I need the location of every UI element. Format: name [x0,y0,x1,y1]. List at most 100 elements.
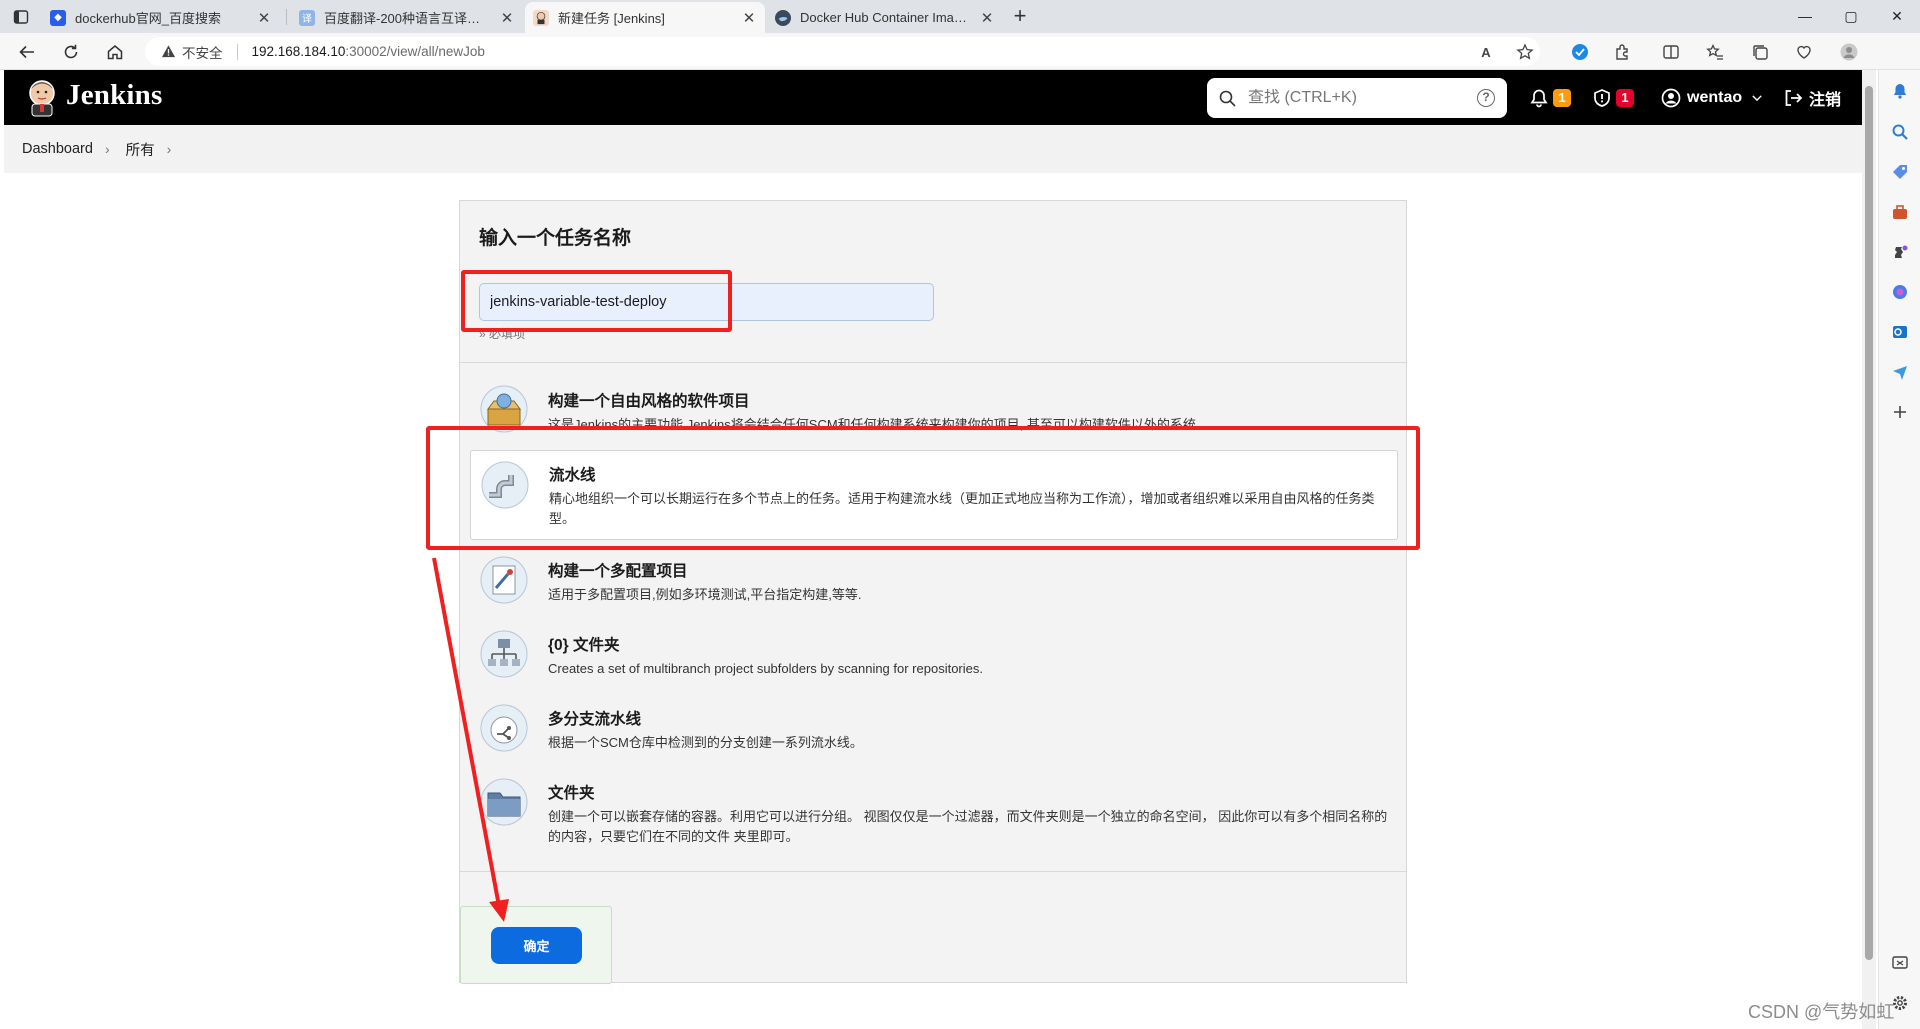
sidebar-outlook-icon[interactable] [1889,321,1911,343]
job-type-folder[interactable]: 文件夹 创建一个可以嵌套存储的容器。利用它可以进行分组。 视图仅仅是一个过滤器，… [470,775,1398,855]
star-icon [1516,43,1534,60]
sidebar-add-icon[interactable] [1889,401,1911,423]
minimize-button[interactable]: — [1782,0,1828,33]
breadcrumb-chevron-icon: › [104,141,110,157]
job-type-description: 精心地组织一个可以长期运行在多个节点上的任务。适用于构建流水线（更加正式地应当称… [549,491,1375,526]
search-icon [1219,90,1236,107]
security-badge: 1 [1616,89,1634,107]
org-folder-icon [480,630,528,678]
search-help-icon[interactable]: ? [1477,89,1495,107]
job-name-input[interactable] [479,283,934,321]
breadcrumb-all[interactable]: 所有 [126,139,155,160]
collections-icon[interactable] [1749,41,1771,63]
url-path: :30002/view/all/newJob [345,44,485,59]
sidebar-screenshot-icon[interactable] [1889,952,1911,974]
tab-close-icon[interactable]: ✕ [499,9,515,27]
logout-button[interactable]: 注销 [1783,86,1841,110]
job-type-description: Creates a set of multibranch project sub… [548,661,983,676]
refresh-button[interactable] [58,39,84,65]
url-host: 192.168.184.10 [251,44,346,59]
browser-essentials-icon[interactable] [1793,41,1815,63]
browser-toolbar: 不安全 192.168.184.10:30002/view/all/newJob… [0,33,1920,70]
extensions-puzzle-icon[interactable] [1612,41,1634,63]
sidebar-tools-icon[interactable] [1889,201,1911,223]
sidebar-games-icon[interactable] [1889,241,1911,263]
home-button[interactable] [102,39,128,65]
job-type-name: 多分支流水线 [548,711,642,728]
browser-tab[interactable]: Docker Hub Container Image Library ✕ [767,2,1003,33]
jenkins-logo-icon[interactable] [22,77,62,117]
security-indicator[interactable]: 不安全 [161,42,223,62]
username-label: wentao [1687,89,1743,106]
read-aloud-button[interactable]: A [1475,41,1497,63]
jenkins-search[interactable]: ? [1207,78,1507,118]
split-screen-icon[interactable] [1660,41,1682,63]
user-menu[interactable]: wentao [1661,86,1764,110]
tab-actions-icon[interactable] [10,6,32,28]
favorites-list-icon[interactable] [1704,41,1726,63]
freestyle-icon [480,385,528,433]
security-alerts-button[interactable]: 1 [1592,86,1634,110]
sidebar-search-icon[interactable] [1889,121,1911,143]
job-type-name: 构建一个多配置项目 [548,563,688,580]
edge-sidebar [1878,70,1920,1029]
ok-button[interactable]: 确定 [491,927,582,964]
job-type-multibranch-pipeline[interactable]: 多分支流水线 根据一个SCM仓库中检测到的分支创建一系列流水线。 [470,701,1398,761]
browser-tab[interactable]: 译 百度翻译-200种语言互译、沟通全世界！ ✕ [291,2,523,33]
tab-close-icon[interactable]: ✕ [741,9,757,27]
csdn-watermark: CSDN @气势如虹 [1748,1002,1895,1022]
job-type-freestyle[interactable]: 构建一个自由风格的软件项目 这是Jenkins的主要功能.Jenkins将会结合… [470,381,1398,441]
restore-button[interactable]: ▢ [1828,0,1874,33]
job-type-name: {0} 文件夹 [548,637,620,654]
user-icon [1661,88,1681,108]
breadcrumb: Dashboard › 所有 › [4,125,1862,173]
multiconfig-icon [480,556,528,604]
home-icon [107,45,123,60]
sidebar-shopping-tag-icon[interactable] [1889,161,1911,183]
warning-icon [161,45,176,58]
job-type-description: 适用于多配置项目,例如多环境测试,平台指定构建,等等. [548,587,862,602]
tab-close-icon[interactable]: ✕ [256,9,272,27]
search-input[interactable] [1248,89,1458,107]
sidebar-bell-icon[interactable] [1889,80,1911,102]
job-type-pipeline[interactable]: 流水线 精心地组织一个可以长期运行在多个节点上的任务。适用于构建流水线（更加正式… [470,450,1398,540]
job-type-multi-config[interactable]: 构建一个多配置项目 适用于多配置项目,例如多环境测试,平台指定构建,等等. [470,553,1398,613]
tab-close-icon[interactable]: ✕ [979,9,995,27]
close-window-button[interactable]: ✕ [1874,0,1920,33]
job-type-organization-folder[interactable]: {0} 文件夹 Creates a set of multibranch pro… [470,627,1398,687]
address-bar[interactable]: 不安全 192.168.184.10:30002/view/all/newJob [145,37,1540,66]
breadcrumb-dashboard[interactable]: Dashboard [22,141,93,157]
job-type-name: 构建一个自由风格的软件项目 [548,393,750,410]
logout-icon [1785,90,1803,106]
address-divider [236,43,238,60]
back-button[interactable] [14,39,40,65]
multibranch-icon [480,704,528,752]
jenkins-brand[interactable]: Jenkins [66,79,163,112]
extension-blue-icon[interactable] [1569,41,1591,63]
jenkins-favicon-icon [533,9,549,26]
job-type-name: 流水线 [549,467,596,484]
back-arrow-icon [19,45,34,59]
browser-tab[interactable]: ◆ dockerhub官网_百度搜索 ✕ [42,2,280,33]
browser-tab-active[interactable]: 新建任务 [Jenkins] ✕ [525,2,765,33]
tab-title: Docker Hub Container Image Library [800,10,973,25]
form-footer: 确定 [460,871,1406,984]
sidebar-send-icon[interactable] [1889,361,1911,383]
notifications-button[interactable]: 1 [1529,86,1571,110]
sidebar-copilot-icon[interactable] [1889,281,1911,303]
refresh-icon [64,44,78,59]
baidu-translate-favicon-icon: 译 [299,9,315,26]
required-hint: » 必填项 [479,327,526,341]
profile-avatar-icon[interactable] [1838,41,1860,63]
tab-title: 百度翻译-200种语言互译、沟通全世界！ [324,11,493,26]
job-name-heading: 输入一个任务名称 [479,228,632,249]
breadcrumb-chevron-icon[interactable]: › [167,141,172,157]
shield-icon [1594,89,1610,107]
new-tab-button[interactable]: + [1007,4,1033,30]
job-name-section: 输入一个任务名称 » 必填项 [460,201,1406,363]
scrollbar-thumb[interactable] [1865,86,1873,960]
tab-title: dockerhub官网_百度搜索 [75,11,221,26]
favorite-button[interactable] [1514,41,1536,63]
job-type-description: 根据一个SCM仓库中检测到的分支创建一系列流水线。 [548,735,863,750]
jenkins-header: Jenkins ? 1 1 wentao 注销 [4,70,1862,125]
